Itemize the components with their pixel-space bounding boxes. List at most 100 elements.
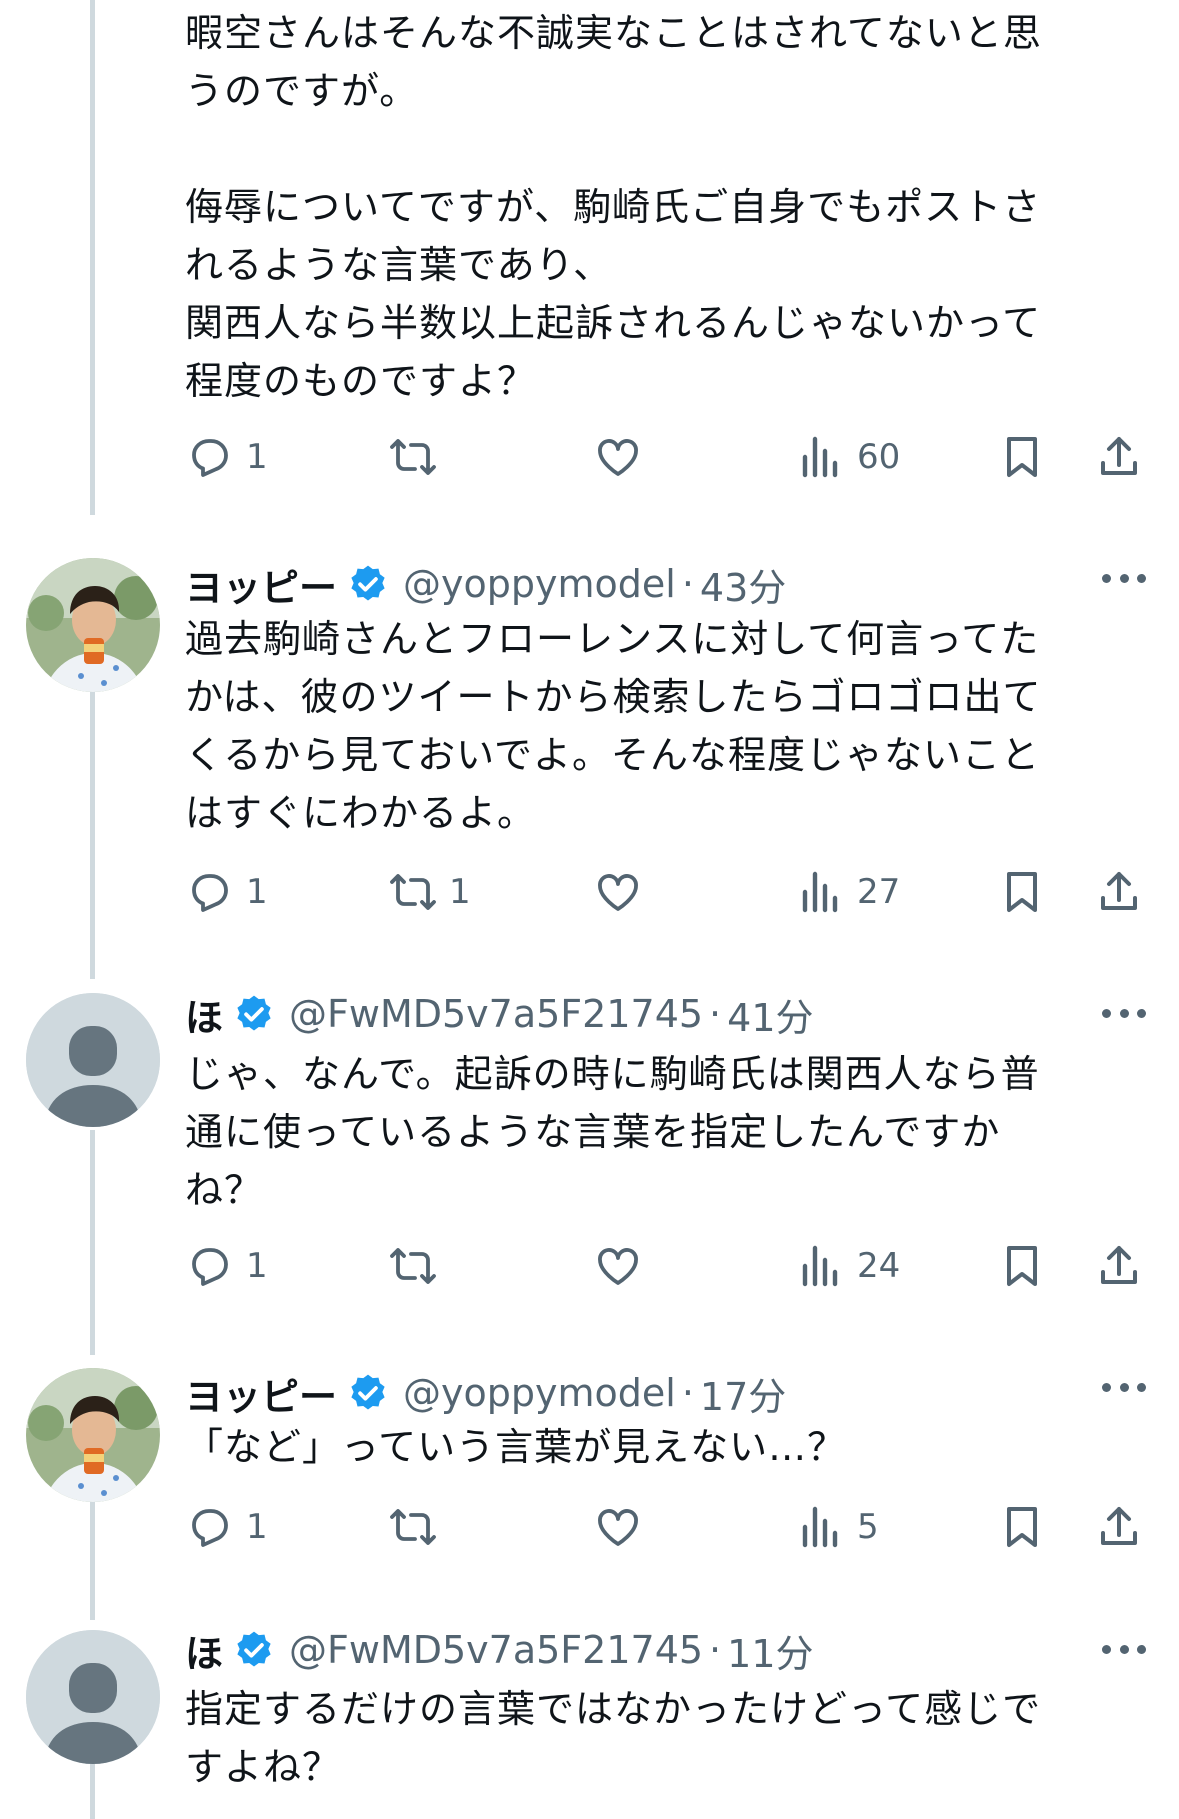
reply-icon [192, 1509, 228, 1547]
post-header: ほ @FwMD5v7a5F21745 · 11分 [185, 1621, 814, 1679]
reply-button[interactable]: 1 [186, 427, 268, 487]
thread-line [90, 1760, 95, 1819]
retweet-icon [390, 439, 436, 475]
display-name[interactable]: ほ [185, 987, 223, 1042]
like-icon [598, 1509, 638, 1546]
verified-badge-icon [237, 1631, 271, 1667]
bookmark-button[interactable] [998, 862, 1046, 922]
user-handle[interactable]: @yoppymodel [403, 562, 676, 606]
like-button[interactable] [594, 427, 654, 487]
share-icon [1101, 1246, 1137, 1284]
share-button[interactable] [1095, 1497, 1143, 1557]
photo-avatar-image [26, 1368, 160, 1502]
retweet-button[interactable]: 1 [389, 862, 471, 922]
thread-line [90, 692, 95, 979]
retweet-button[interactable] [389, 1236, 449, 1296]
reply-button[interactable]: 1 [186, 862, 268, 922]
user-avatar[interactable] [26, 993, 160, 1127]
reply-button[interactable]: 1 [186, 1236, 268, 1296]
bookmark-icon [1007, 872, 1037, 912]
user-handle[interactable]: @yoppymodel [403, 1371, 676, 1415]
display-name[interactable]: ヨッピー [185, 557, 337, 612]
share-icon [1101, 1507, 1137, 1545]
post-text: 「など」っていう言葉が見えない…？ [185, 1425, 847, 1469]
post-time[interactable]: 43分 [700, 557, 786, 612]
user-avatar[interactable] [26, 1368, 160, 1502]
share-icon [1101, 872, 1137, 910]
verified-badge-icon [351, 565, 385, 601]
post-time[interactable]: 41分 [727, 987, 813, 1042]
like-icon [598, 1248, 638, 1285]
views-button[interactable]: 24 [797, 1236, 900, 1296]
views-count: 24 [857, 1246, 901, 1286]
share-button[interactable] [1095, 1236, 1143, 1296]
bookmark-button[interactable] [998, 427, 1046, 487]
reply-button[interactable]: 1 [186, 1497, 268, 1557]
post-actions: 1 1 27 [0, 862, 1179, 922]
reply-count: 1 [246, 1507, 268, 1547]
user-avatar[interactable] [26, 558, 160, 692]
separator-dot: · [709, 992, 722, 1036]
post-actions: 1 60 [0, 427, 1179, 487]
views-button[interactable]: 5 [797, 1497, 879, 1557]
retweet-icon [390, 874, 436, 910]
more-icon[interactable] [1102, 572, 1146, 584]
verified-badge-icon [351, 1374, 385, 1410]
reply-count: 1 [246, 872, 268, 912]
reply-icon [192, 874, 228, 912]
separator-dot: · [709, 1628, 722, 1672]
retweet-icon [390, 1248, 436, 1284]
views-icon [802, 871, 838, 913]
views-icon [802, 1506, 838, 1548]
separator-dot: · [681, 1371, 694, 1415]
views-button[interactable]: 60 [797, 427, 900, 487]
separator-dot: · [681, 562, 694, 606]
post-header: ヨッピー @yoppymodel · 17分 [185, 1364, 786, 1422]
more-icon[interactable] [1102, 1007, 1146, 1019]
views-count: 60 [857, 437, 901, 477]
more-icon[interactable] [1102, 1643, 1146, 1655]
more-icon[interactable] [1102, 1381, 1146, 1393]
display-name[interactable]: ヨッピー [185, 1366, 337, 1421]
bookmark-icon [1007, 1507, 1037, 1547]
bookmark-icon [1007, 1246, 1037, 1286]
like-icon [598, 439, 638, 476]
views-button[interactable]: 27 [797, 862, 900, 922]
post-header: ほ @FwMD5v7a5F21745 · 41分 [185, 985, 814, 1043]
share-icon [1101, 437, 1137, 475]
user-handle[interactable]: @FwMD5v7a5F21745 [289, 1628, 703, 1672]
retweet-icon [390, 1509, 436, 1545]
verified-badge-icon [237, 995, 271, 1031]
reply-icon [192, 439, 228, 477]
views-count: 5 [857, 1507, 879, 1547]
like-button[interactable] [594, 862, 654, 922]
post-time[interactable]: 11分 [727, 1623, 813, 1678]
user-handle[interactable]: @FwMD5v7a5F21745 [289, 992, 703, 1036]
post-actions: 1 24 [0, 1236, 1179, 1296]
like-button[interactable] [594, 1236, 654, 1296]
views-icon [802, 1245, 838, 1287]
like-icon [598, 874, 638, 911]
views-count: 27 [857, 872, 901, 912]
retweet-button[interactable] [389, 1497, 449, 1557]
post-time[interactable]: 17分 [700, 1366, 786, 1421]
post-header: ヨッピー @yoppymodel · 43分 [185, 555, 786, 613]
bookmark-icon [1007, 437, 1037, 477]
post-text: 暇空さんはそんな不誠実なことはされてないと思 うのですが。 侮辱についてですが、… [185, 11, 1042, 403]
post-text: 過去駒崎さんとフローレンスに対して何言ってた かは、彼のツイートから検索したらゴ… [185, 617, 1042, 835]
reply-icon [192, 1248, 228, 1286]
bookmark-button[interactable] [998, 1497, 1046, 1557]
photo-avatar-image [26, 558, 160, 692]
bookmark-button[interactable] [998, 1236, 1046, 1296]
like-button[interactable] [594, 1497, 654, 1557]
post-actions: 1 5 [0, 1497, 1179, 1557]
retweet-count: 1 [449, 872, 471, 912]
display-name[interactable]: ほ [185, 1623, 223, 1678]
share-button[interactable] [1095, 427, 1143, 487]
reply-count: 1 [246, 437, 268, 477]
user-avatar[interactable] [26, 1630, 160, 1764]
retweet-button[interactable] [389, 427, 449, 487]
views-icon [802, 436, 838, 478]
share-button[interactable] [1095, 862, 1143, 922]
reply-count: 1 [246, 1246, 268, 1286]
